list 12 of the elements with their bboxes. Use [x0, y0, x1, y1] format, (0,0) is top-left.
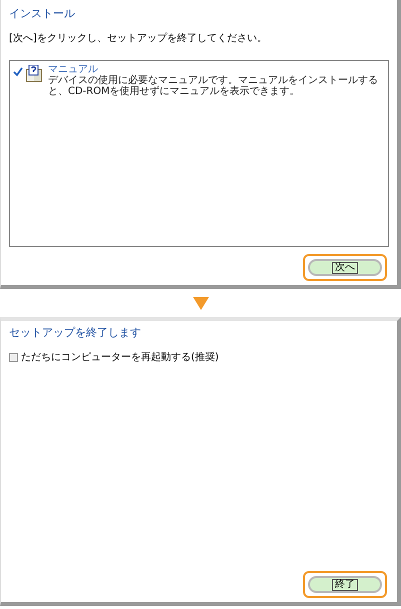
restart-checkbox[interactable]	[9, 352, 18, 362]
check-icon[interactable]	[13, 66, 23, 78]
panel-title: インストール	[9, 6, 76, 22]
action-button[interactable]: 次へ	[308, 259, 382, 276]
checkbox-label: ただちにコンピューターを再起動する(推奨)	[21, 350, 219, 364]
instruction-text: [次へ]をクリックし、セットアップを終了してください。	[9, 32, 268, 46]
item-description: デバイスの使用に必要なマニュアルです。マニュアルをインストールすると、CD-ROMを使用せずにマニュアルを表示できます。	[48, 74, 379, 96]
action-button[interactable]: 終了	[308, 576, 382, 593]
panel-title: セットアップを終了します	[9, 325, 142, 341]
down-arrow-icon	[192, 296, 208, 310]
item-name: マニュアル	[48, 64, 98, 74]
manual-book-icon	[25, 64, 43, 82]
